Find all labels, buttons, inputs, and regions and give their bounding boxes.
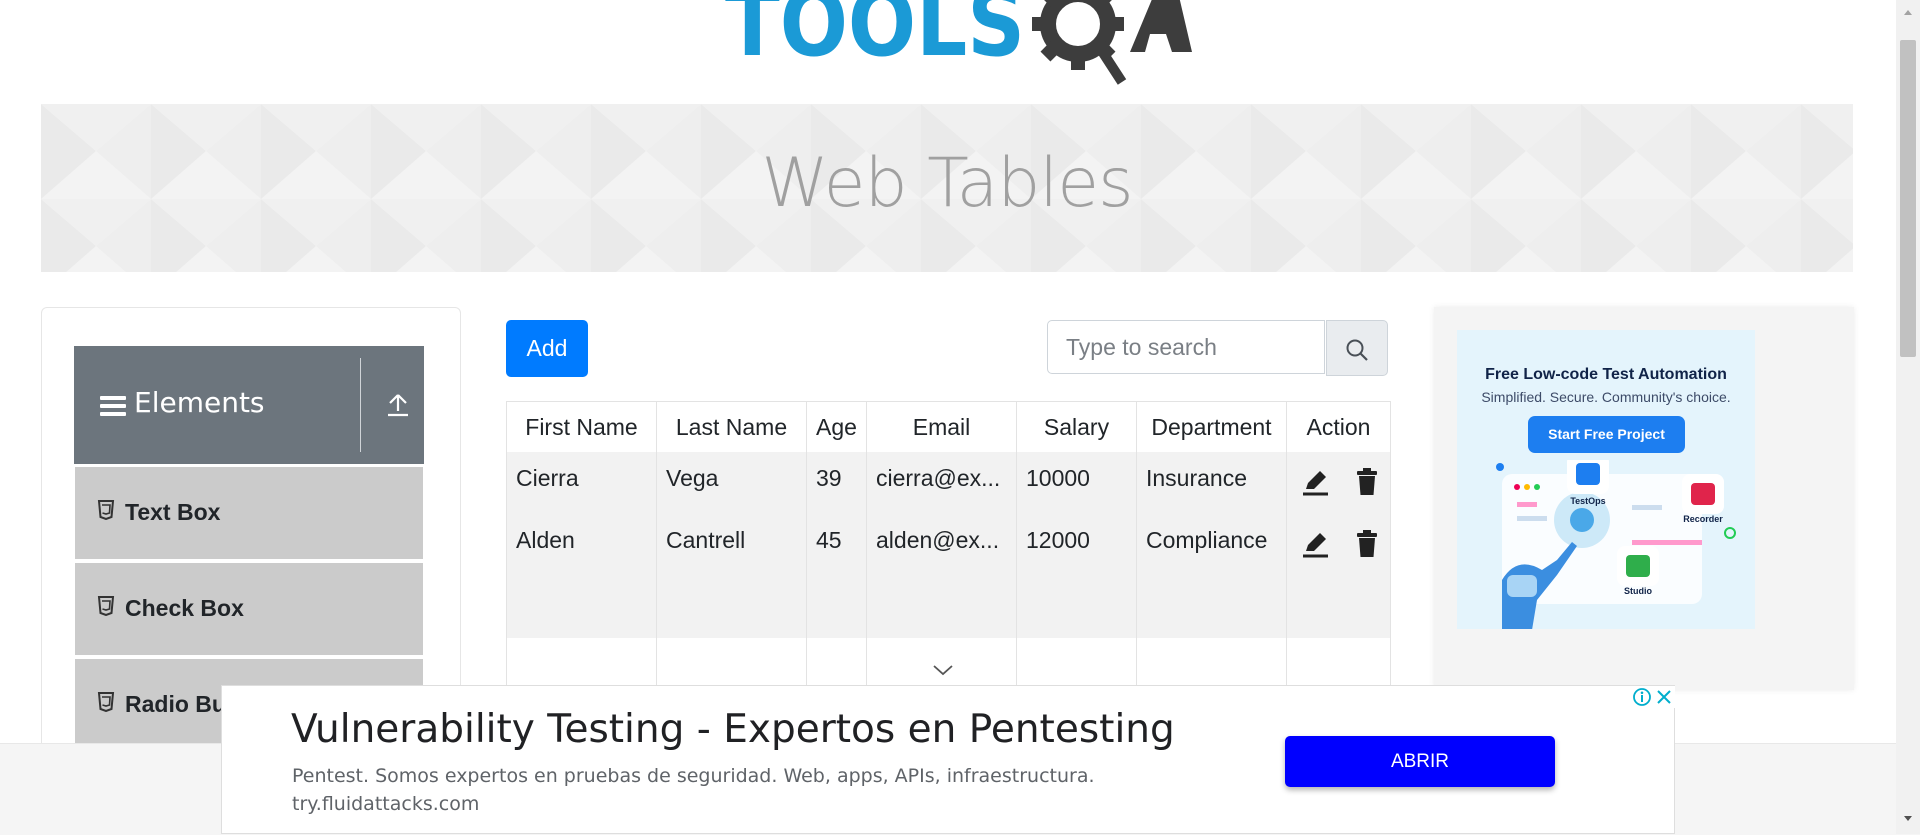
cell-action <box>1287 452 1390 514</box>
html5-icon <box>97 596 115 621</box>
cell-last-name: Cantrell <box>657 514 807 576</box>
ad-open-button[interactable]: ABRIR <box>1285 736 1555 787</box>
sidebar-item-check-box[interactable]: Check Box <box>75 563 423 658</box>
column-header-action[interactable]: Action <box>1287 402 1390 452</box>
ad-label-studio: Studio <box>1624 586 1652 596</box>
chevron-down-icon[interactable] <box>932 663 954 682</box>
search-icon <box>1346 339 1368 361</box>
search-input[interactable] <box>1047 320 1325 374</box>
elements-group-title: Elements <box>134 386 265 419</box>
ad-illustration: TestOps Recorder Studio <box>1496 460 1736 629</box>
table-row: Alden Cantrell 45 alden@ex... 12000 Comp… <box>507 514 1390 576</box>
column-header-first-name[interactable]: First Name <box>507 402 657 452</box>
cell-email: alden@ex... <box>867 514 1017 576</box>
trash-icon[interactable] <box>1354 529 1380 563</box>
ad-label-testops: TestOps <box>1570 496 1605 506</box>
empty-cell <box>807 638 867 685</box>
empty-cell <box>507 576 657 638</box>
ad-description: Pentest. Somos expertos en pruebas de se… <box>292 765 1095 787</box>
empty-cell <box>1287 638 1390 685</box>
empty-cell <box>1017 576 1137 638</box>
edit-pencil-icon[interactable] <box>1300 467 1330 501</box>
ad-headline[interactable]: Vulnerability Testing - Expertos en Pent… <box>291 707 1175 752</box>
ad-katalon[interactable]: Free Low-code Test Automation Simplified… <box>1434 307 1854 690</box>
column-header-last-name[interactable]: Last Name <box>657 402 807 452</box>
cell-salary: 12000 <box>1017 514 1137 576</box>
page-title: Web Tables <box>761 144 1133 223</box>
empty-cell <box>657 638 807 685</box>
scrollbar-thumb[interactable] <box>1900 40 1916 357</box>
empty-cell <box>1017 638 1137 685</box>
cell-email: cierra@ex... <box>867 452 1017 514</box>
page-banner: Web Tables <box>41 104 1853 272</box>
start-free-project-button[interactable]: Start Free Project <box>1528 416 1685 453</box>
column-header-department[interactable]: Department <box>1137 402 1287 452</box>
elements-group-header[interactable]: Elements <box>74 346 424 464</box>
ad-label-recorder: Recorder <box>1683 514 1723 524</box>
upload-arrow-icon[interactable] <box>386 392 410 423</box>
ad-bottom-banner[interactable]: Vulnerability Testing - Expertos en Pent… <box>221 685 1675 834</box>
cell-last-name: Vega <box>657 452 807 514</box>
table-header: First Name Last Name Age Email Salary De… <box>507 402 1390 454</box>
scroll-down-arrow-icon[interactable] <box>1896 812 1920 826</box>
web-table: First Name Last Name Age Email Salary De… <box>506 401 1391 686</box>
search-button[interactable] <box>1326 320 1388 376</box>
column-header-salary[interactable]: Salary <box>1017 402 1137 452</box>
add-button[interactable]: Add <box>506 320 588 377</box>
sidebar-item-label: Check Box <box>125 595 244 621</box>
svg-text:TOOLS: TOOLS <box>725 0 1025 77</box>
edit-pencil-icon[interactable] <box>1300 529 1330 563</box>
scroll-up-arrow-icon[interactable] <box>1896 6 1920 20</box>
sidebar-item-text-box[interactable]: Text Box <box>75 467 423 562</box>
ad-title: Free Low-code Test Automation <box>1485 366 1727 383</box>
table-row-empty <box>507 576 1390 638</box>
info-icon[interactable] <box>1631 686 1653 713</box>
cell-salary: 10000 <box>1017 452 1137 514</box>
ad-url[interactable]: try.fluidattacks.com <box>292 793 479 815</box>
empty-cell <box>867 576 1017 638</box>
ad-card: Free Low-code Test Automation Simplified… <box>1457 330 1755 629</box>
column-header-email[interactable]: Email <box>867 402 1017 452</box>
table-row: Cierra Vega 39 cierra@ex... 10000 Insura… <box>507 452 1390 514</box>
hamburger-icon <box>100 394 126 423</box>
empty-cell <box>1287 576 1390 638</box>
cell-department: Insurance <box>1137 452 1287 514</box>
html5-icon <box>97 692 115 717</box>
empty-cell <box>807 576 867 638</box>
header-divider <box>360 358 361 452</box>
cell-first-name: Alden <box>507 514 657 576</box>
trash-icon[interactable] <box>1354 467 1380 501</box>
empty-cell <box>1137 576 1287 638</box>
search-box <box>1047 320 1388 376</box>
cell-action <box>1287 514 1390 576</box>
html5-icon <box>97 500 115 525</box>
toolsqa-logo[interactable]: TOOLS <box>700 0 1200 90</box>
column-header-age[interactable]: Age <box>807 402 867 452</box>
cell-age: 45 <box>807 514 867 576</box>
empty-cell <box>657 576 807 638</box>
page-scrollbar[interactable] <box>1896 0 1920 834</box>
cell-department: Compliance <box>1137 514 1287 576</box>
empty-cell <box>507 638 657 685</box>
cell-first-name: Cierra <box>507 452 657 514</box>
ad-subtitle: Simplified. Secure. Community's choice. <box>1481 389 1731 405</box>
cell-age: 39 <box>807 452 867 514</box>
sidebar-item-label: Text Box <box>125 499 221 525</box>
empty-cell <box>1137 638 1287 685</box>
close-icon[interactable] <box>1653 686 1675 713</box>
